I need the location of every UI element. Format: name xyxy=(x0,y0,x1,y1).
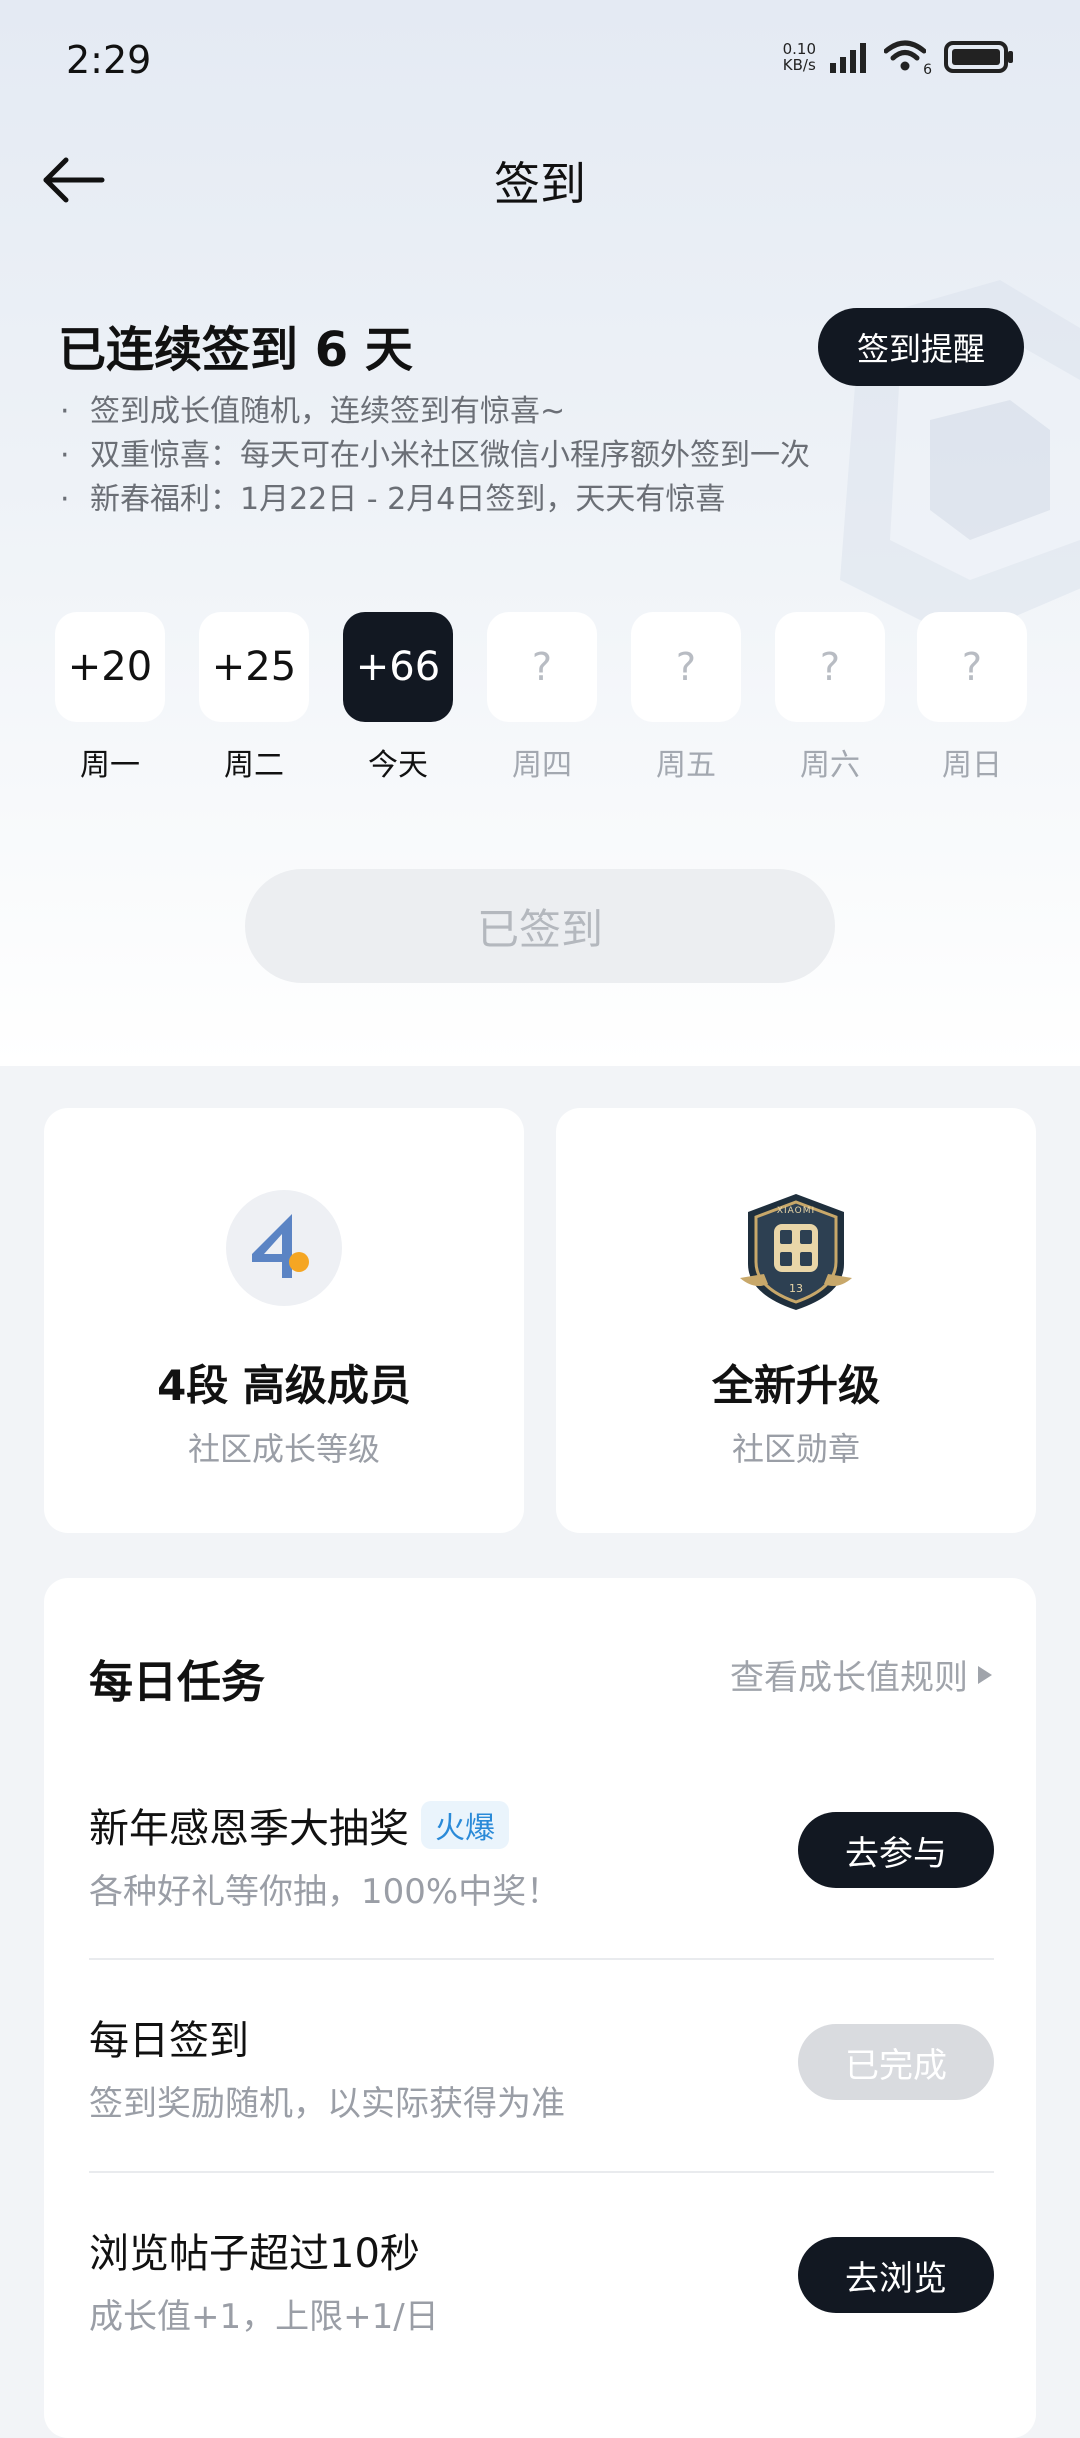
task-description: 成长值+1，上限+1/日 xyxy=(89,2297,439,2337)
badge-subtitle: 社区勋章 xyxy=(731,1430,860,1468)
day-monday: +20 周一 xyxy=(55,612,165,784)
day-tuesday: +25 周二 xyxy=(199,612,309,784)
task-name: 新年感恩季大抽奖 xyxy=(89,1806,409,1852)
completed-button[interactable]: 已完成 xyxy=(798,2024,994,2100)
day-reward: +66 xyxy=(343,612,453,722)
task-description: 各种好礼等你抽，100%中奖！ xyxy=(89,1872,561,1912)
day-reward: ? xyxy=(917,612,1027,722)
badge-title: 全新升级 xyxy=(711,1361,880,1410)
task-name-row: 浏览帖子超过10秒 xyxy=(89,2221,420,2279)
day-reward: +20 xyxy=(55,612,165,722)
level-title: 4段 高级成员 xyxy=(157,1361,411,1410)
sign-in-reminder-button[interactable]: 签到提醒 xyxy=(818,308,1024,386)
day-reward: ? xyxy=(775,612,885,722)
day-sunday: ? 周日 xyxy=(917,612,1027,784)
task-item: 每日签到 签到奖励随机，以实际获得为准 已完成 xyxy=(89,2008,994,2220)
status-time: 2:29 xyxy=(66,38,152,82)
streak-title: 已连续签到 6 天 xyxy=(58,322,413,378)
sign-in-rules: · 签到成长值随机，连续签到有惊喜~ · 双重惊喜：每天可在小米社区微信小程序额外签… xyxy=(60,390,810,522)
hot-tag: 火爆 xyxy=(421,1801,509,1849)
task-name-row: 每日签到 xyxy=(89,2008,249,2066)
day-label: 周一 xyxy=(80,748,140,783)
day-today: +66 今天 xyxy=(343,612,453,784)
rule-item: · 签到成长值随机，连续签到有惊喜~ xyxy=(60,394,566,429)
net-speed-unit: KB/s xyxy=(782,56,816,74)
divider xyxy=(89,2171,994,2173)
xiaomi-13-badge-icon: XIAOMI 13 xyxy=(734,1190,858,1314)
badge-brand-text: XIAOMI xyxy=(776,1206,816,1216)
divider xyxy=(89,1958,994,1960)
task-item: 浏览帖子超过10秒 成长值+1，上限+1/日 去浏览 xyxy=(89,2221,994,2433)
day-label: 周六 xyxy=(800,748,860,783)
day-label: 周二 xyxy=(224,748,284,783)
signal-icon xyxy=(830,43,866,73)
task-item: 新年感恩季大抽奖 火爆 各种好礼等你抽，100%中奖！ 去参与 xyxy=(89,1796,994,2008)
rule-item: · 新春福利：1月22日 - 2月4日签到，天天有惊喜 xyxy=(60,482,726,517)
task-description: 签到奖励随机，以实际获得为准 xyxy=(89,2084,565,2124)
day-label: 周五 xyxy=(656,748,716,783)
status-indicators: 0.10 KB/s 6 xyxy=(783,40,1014,78)
browse-button[interactable]: 去浏览 xyxy=(798,2237,994,2313)
wifi-badge: 6 xyxy=(923,62,932,78)
level-subtitle: 社区成长等级 xyxy=(187,1430,380,1468)
net-speed: 0.10 KB/s xyxy=(783,41,816,73)
page-title: 签到 xyxy=(494,157,586,211)
battery-icon xyxy=(944,41,1013,73)
day-label: 今天 xyxy=(368,748,428,783)
day-label: 周日 xyxy=(942,748,1002,783)
task-name-row: 新年感恩季大抽奖 火爆 xyxy=(89,1796,509,1854)
level-4-icon xyxy=(226,1190,342,1306)
day-reward: ? xyxy=(631,612,741,722)
day-friday: ? 周五 xyxy=(631,612,741,784)
join-button[interactable]: 去参与 xyxy=(798,1812,994,1888)
triangle-right-icon xyxy=(978,1665,992,1684)
badge-number: 13 xyxy=(789,1282,803,1295)
day-label: 周四 xyxy=(512,748,572,783)
daily-tasks-card: 每日任务 查看成长值规则 新年感恩季大抽奖 火爆 各种好礼等你抽，100%中奖！… xyxy=(44,1578,1036,2438)
community-badge-card[interactable]: XIAOMI 13 全新升级 社区勋章 xyxy=(556,1108,1036,1533)
task-name: 每日签到 xyxy=(89,2018,249,2064)
net-speed-value: 0.10 xyxy=(782,40,816,58)
day-reward: ? xyxy=(487,612,597,722)
growth-rules-label: 查看成长值规则 xyxy=(730,1658,968,1698)
day-reward: +25 xyxy=(199,612,309,722)
daily-tasks-title: 每日任务 xyxy=(89,1657,265,1708)
day-saturday: ? 周六 xyxy=(775,612,885,784)
wifi-icon xyxy=(883,40,927,71)
signed-in-button[interactable]: 已签到 xyxy=(245,869,835,983)
wifi-indicator: 6 xyxy=(883,40,932,78)
day-thursday: ? 周四 xyxy=(487,612,597,784)
task-name: 浏览帖子超过10秒 xyxy=(89,2231,420,2277)
rule-item: · 双重惊喜：每天可在小米社区微信小程序额外签到一次 xyxy=(60,438,810,473)
growth-rules-link[interactable]: 查看成长值规则 xyxy=(730,1650,992,1699)
community-level-card[interactable]: 4段 高级成员 社区成长等级 xyxy=(44,1108,524,1533)
